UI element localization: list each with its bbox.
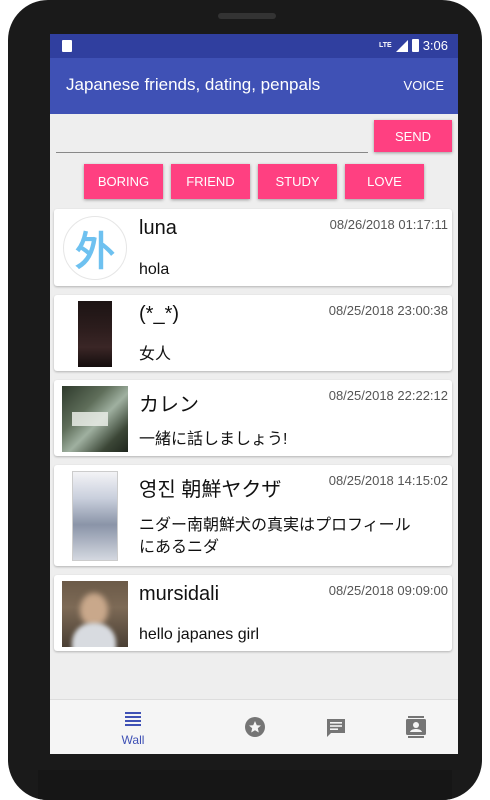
nav-label-wall: Wall: [121, 733, 145, 747]
nav-item-contacts[interactable]: [366, 700, 458, 754]
avatar-photo: [78, 301, 112, 367]
post-timestamp: 08/25/2018 23:00:38: [328, 303, 448, 318]
post-card[interactable]: 外 luna 08/26/2018 01:17:11 hola: [54, 209, 452, 286]
status-time: 3:06: [422, 38, 448, 53]
post-message-line: ニダー南朝鮮犬の真実はプロフィール: [139, 517, 411, 534]
post-message-line: にあるニダ: [139, 539, 220, 556]
post-author: カレン: [139, 394, 199, 416]
phone-chin: [38, 770, 452, 800]
post-message: 女人: [139, 346, 172, 363]
phone-frame: LTE 3:06 Japanese friends, dating, penpa…: [8, 0, 482, 800]
battery-icon: [411, 39, 419, 52]
avatar[interactable]: [62, 386, 128, 452]
post-message: hello japanes girl: [139, 626, 260, 643]
sd-card-icon: [62, 40, 72, 52]
screen: LTE 3:06 Japanese friends, dating, penpa…: [50, 34, 458, 754]
post-card[interactable]: 영진 朝鮮ヤクザ 08/25/2018 14:15:02 ニダー南朝鮮犬の真実は…: [54, 465, 452, 566]
post-author: mursidali: [139, 583, 220, 605]
app-bar: Japanese friends, dating, penpals VOICE: [50, 58, 458, 114]
speaker-grille: [218, 13, 276, 19]
bottom-nav: Wall: [50, 699, 458, 754]
list-icon: [125, 712, 141, 726]
chip-friend[interactable]: FRIEND: [171, 164, 250, 199]
post-timestamp: 08/26/2018 01:17:11: [329, 217, 448, 232]
post-author: 영진 朝鮮ヤクザ: [139, 479, 282, 501]
post-author: luna: [139, 217, 177, 239]
post-message: hola: [139, 261, 170, 278]
post-timestamp: 08/25/2018 14:15:02: [328, 473, 448, 488]
chip-study[interactable]: STUDY: [258, 164, 337, 199]
chat-icon: [327, 719, 345, 737]
star-icon: [245, 717, 265, 737]
avatar-photo: [80, 593, 108, 627]
post-timestamp: 08/25/2018 09:09:00: [328, 583, 448, 598]
post-timestamp: 08/25/2018 22:22:12: [328, 388, 448, 403]
composer: SEND: [50, 114, 458, 164]
avatar[interactable]: [62, 581, 128, 647]
status-icons: LTE 3:06: [379, 38, 448, 53]
post-card[interactable]: カレン 08/25/2018 22:22:12 一緒に話しましょう!: [54, 380, 452, 456]
avatar-photo: [72, 623, 116, 647]
avatar-photo: [72, 471, 118, 561]
signal-icon: [395, 39, 408, 52]
quick-chips: BORING FRIEND STUDY LOVE: [84, 164, 424, 199]
chip-boring[interactable]: BORING: [84, 164, 163, 199]
page-title: Japanese friends, dating, penpals: [66, 75, 321, 94]
voice-button[interactable]: VOICE: [404, 78, 444, 93]
avatar-photo: [72, 412, 108, 426]
avatar-glyph: 外: [63, 216, 127, 280]
network-type: LTE: [378, 42, 392, 49]
post-message: ニダー南朝鮮犬の真実はプロフィール にあるニダ: [139, 515, 447, 559]
avatar[interactable]: [62, 471, 128, 561]
contact-card-icon: [406, 716, 426, 738]
avatar[interactable]: [62, 301, 128, 367]
post-message: 一緒に話しましょう!: [139, 431, 288, 448]
avatar[interactable]: 外: [62, 215, 128, 281]
message-input[interactable]: [56, 124, 368, 153]
chip-love[interactable]: LOVE: [345, 164, 424, 199]
post-card[interactable]: mursidali 08/25/2018 09:09:00 hello japa…: [54, 575, 452, 651]
post-card[interactable]: (*_*) 08/25/2018 23:00:38 女人: [54, 295, 452, 371]
send-button[interactable]: SEND: [374, 120, 452, 152]
nav-item-wall[interactable]: Wall: [82, 700, 184, 754]
status-bar: LTE 3:06: [50, 34, 458, 58]
post-author: (*_*): [139, 303, 180, 325]
